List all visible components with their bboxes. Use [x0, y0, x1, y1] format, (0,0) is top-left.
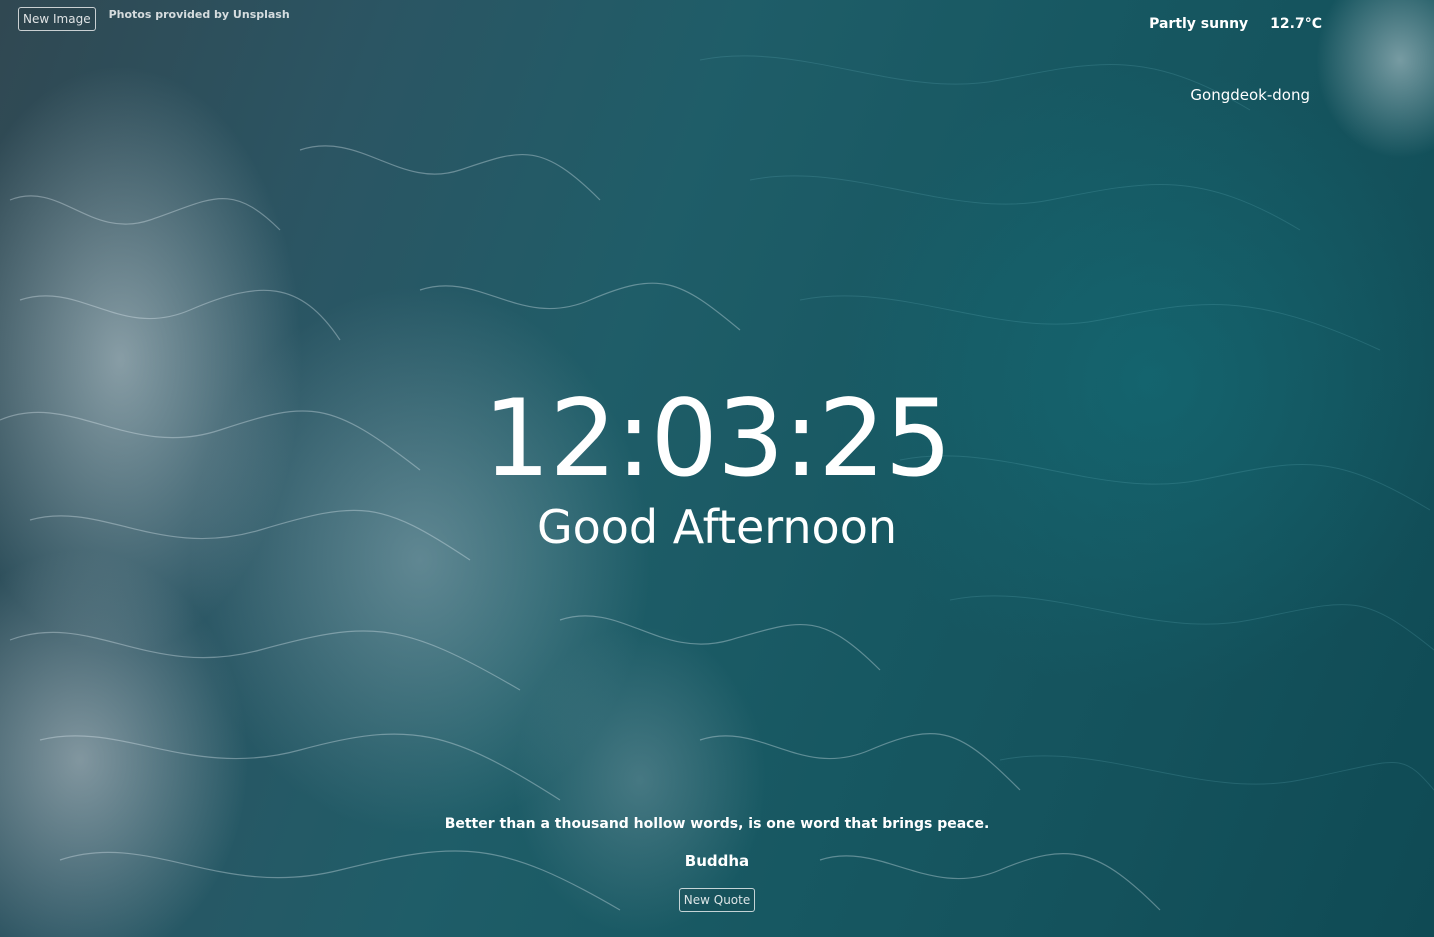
weather-location: Gongdeok-dong	[1190, 86, 1310, 104]
new-image-button[interactable]: New Image	[18, 7, 96, 31]
weather-widget: Partly sunny 12.7°C	[1149, 16, 1322, 32]
greeting-text: Good Afternoon	[536, 500, 897, 554]
new-quote-button[interactable]: New Quote	[678, 888, 756, 912]
clock-time: 12:03:25	[482, 377, 952, 500]
weather-temperature: 12.7°C	[1270, 16, 1322, 32]
quote-section: Better than a thousand hollow words, is …	[0, 816, 1434, 912]
top-left-controls: New Image Photos provided by Unsplash	[18, 7, 290, 31]
clock-section: 12:03:25 Good Afternoon	[0, 377, 1434, 555]
quote-author: Buddha	[684, 852, 750, 870]
background-photo: New Image Photos provided by Unsplash Pa…	[0, 0, 1434, 937]
photo-credit: Photos provided by Unsplash	[108, 8, 290, 21]
quote-text: Better than a thousand hollow words, is …	[444, 816, 990, 832]
weather-condition: Partly sunny	[1149, 16, 1249, 32]
